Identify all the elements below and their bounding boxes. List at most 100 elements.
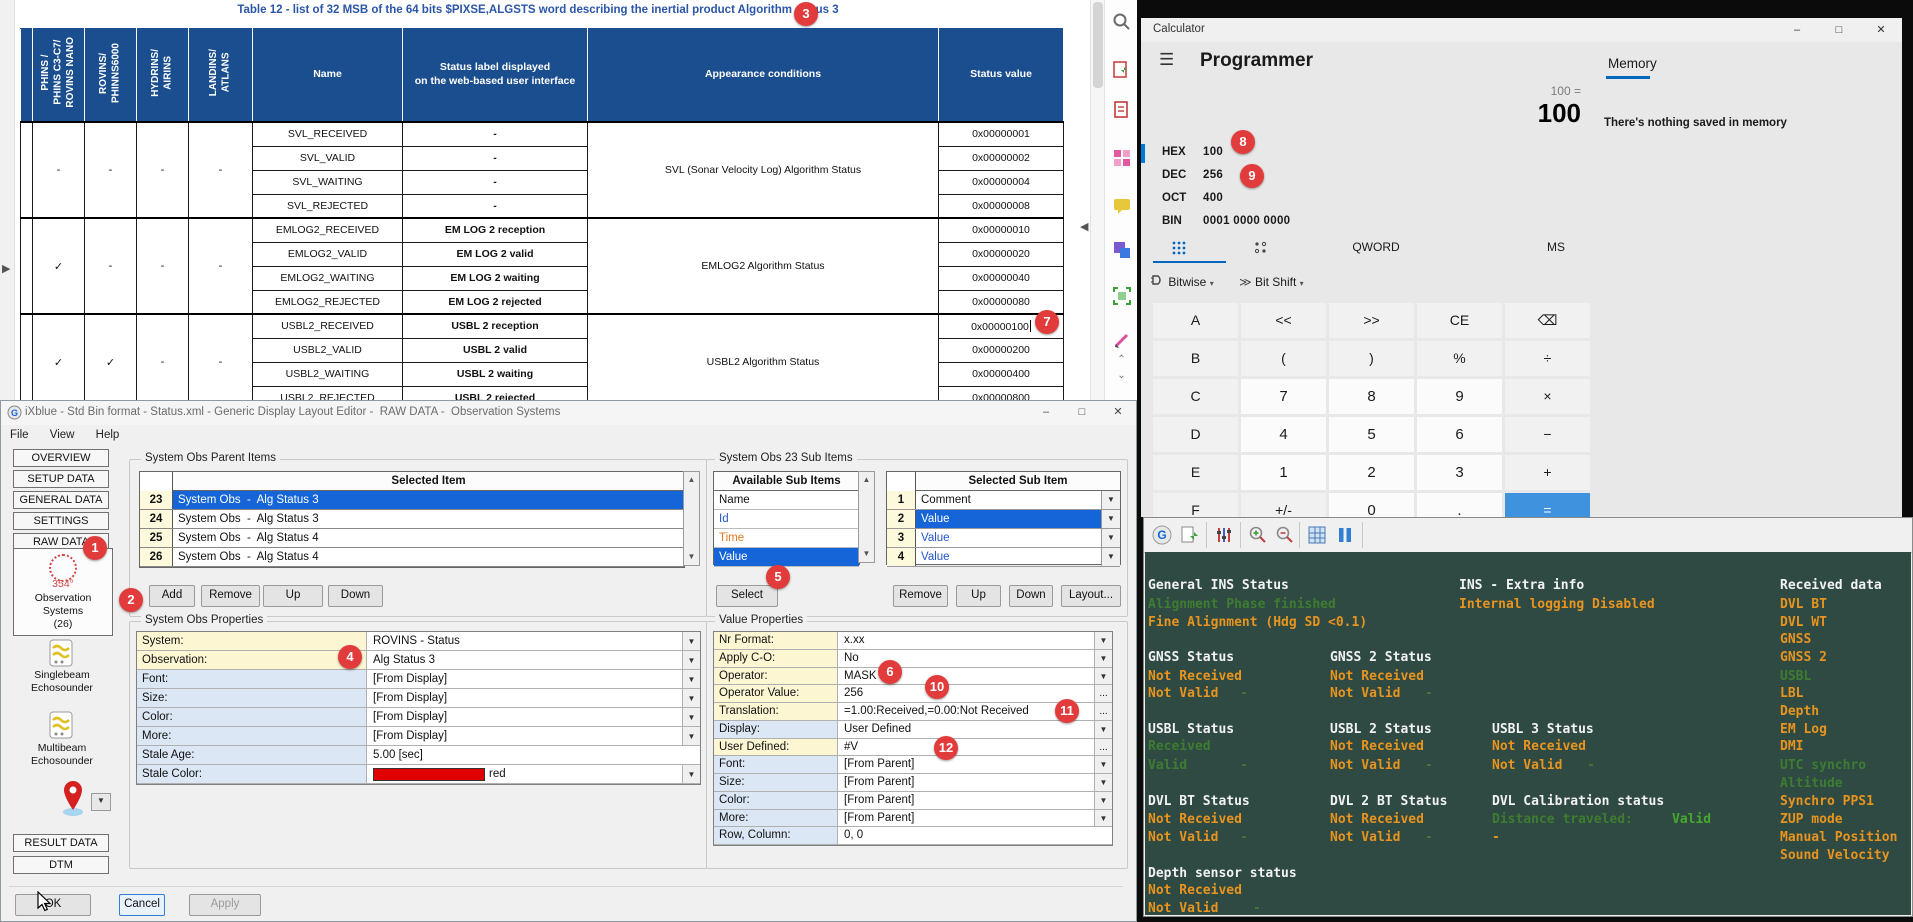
dropdown-arrow-button[interactable]: ▼: [1094, 810, 1112, 827]
snapshot-icon[interactable]: [1110, 284, 1133, 307]
property-value[interactable]: =1.00:Received,=0.00:Not Received: [838, 703, 1094, 720]
dropdown-arrow-icon[interactable]: ▼: [1101, 510, 1120, 528]
property-value[interactable]: [From Parent]: [838, 756, 1094, 773]
close-button[interactable]: ✕: [1860, 18, 1902, 42]
export-page-icon[interactable]: [1178, 523, 1202, 547]
sidebar-item-observation-systems[interactable]: 354° Observation Systems (26): [13, 548, 113, 636]
calc-key-sym13[interactable]: %: [1417, 341, 1502, 376]
settings-sliders-icon[interactable]: [1212, 523, 1236, 547]
calc-key-sym54[interactable]: =: [1505, 493, 1590, 517]
bitshift-dropdown[interactable]: Bit Shift: [1255, 275, 1296, 289]
property-value[interactable]: [From Parent]: [838, 792, 1094, 809]
app-logo-icon[interactable]: G: [1150, 523, 1174, 547]
dropdown-arrow-button[interactable]: ▼: [682, 670, 700, 688]
calc-key-4[interactable]: 4: [1241, 417, 1326, 452]
sidebar-tab-general-data[interactable]: GENERAL DATA: [13, 491, 109, 509]
dropdown-arrow-button[interactable]: ▼: [682, 765, 700, 783]
dropdown-arrow-button[interactable]: ▼: [1094, 792, 1112, 809]
property-value[interactable]: No: [838, 650, 1094, 667]
calc-key-3[interactable]: 3: [1417, 455, 1502, 490]
ellipsis-button[interactable]: ...: [1094, 703, 1112, 720]
chevron-down-icon[interactable]: ⌄: [1110, 364, 1133, 387]
cancel-button[interactable]: Cancel: [119, 894, 165, 916]
menu-help[interactable]: Help: [87, 425, 129, 445]
calc-key-sym14[interactable]: ÷: [1505, 341, 1590, 376]
sub-down-button[interactable]: Down: [1009, 585, 1053, 607]
sidebar-tab-overview[interactable]: OVERVIEW: [13, 449, 109, 467]
calc-key-2[interactable]: 2: [1329, 455, 1414, 490]
add-button[interactable]: Add: [149, 585, 195, 607]
singlebeam-echosounder-label[interactable]: Singlebeam Echosounder: [13, 669, 111, 695]
parent-list-item[interactable]: 23System Obs - Alg Status 3: [140, 491, 684, 510]
calc-key-6[interactable]: 6: [1417, 417, 1502, 452]
document-red-icon[interactable]: [1110, 98, 1133, 121]
sidebar-tab-settings[interactable]: SETTINGS: [13, 512, 109, 530]
collapse-panel-arrow-icon[interactable]: ◀: [1080, 220, 1088, 233]
dropdown-arrow-button[interactable]: ▼: [682, 651, 700, 669]
zoom-in-icon[interactable]: [1246, 523, 1270, 547]
comment-bubble-icon[interactable]: [1110, 194, 1133, 217]
memory-store-button[interactable]: MS: [1541, 240, 1571, 254]
base-row-oct[interactable]: OCT400: [1141, 190, 1591, 210]
dropdown-arrow-button[interactable]: ▼: [682, 632, 700, 650]
base-row-dec[interactable]: DEC256: [1141, 167, 1591, 187]
calc-key-sym12[interactable]: ): [1329, 341, 1414, 376]
scroll-up-icon[interactable]: ▲: [859, 472, 874, 488]
calc-key-F[interactable]: F: [1153, 493, 1238, 517]
parent-list-scrollbar[interactable]: ▲ ▼: [683, 471, 700, 566]
property-value[interactable]: User Defined: [838, 721, 1094, 738]
dropdown-arrow-button[interactable]: ▼: [1094, 650, 1112, 667]
hamburger-menu-icon[interactable]: ☰: [1159, 50, 1174, 70]
maximize-button[interactable]: □: [1818, 18, 1860, 42]
property-value[interactable]: Alg Status 3: [367, 651, 682, 669]
expand-panel-arrow-icon[interactable]: ▶: [2, 262, 10, 275]
layout-grid-icon[interactable]: [1110, 146, 1133, 169]
remove-button[interactable]: Remove: [201, 585, 260, 607]
dropdown-arrow-icon[interactable]: ▼: [1101, 529, 1120, 547]
property-value[interactable]: [From Parent]: [838, 810, 1094, 827]
multibeam-echosounder-icon[interactable]: [48, 711, 74, 744]
sidebar-tab-dtm[interactable]: DTM: [13, 856, 109, 874]
zoom-search-icon[interactable]: [1110, 10, 1133, 33]
dropdown-arrow-button[interactable]: ▼: [1094, 756, 1112, 773]
parent-list-item[interactable]: 24System Obs - Alg Status 3: [140, 510, 684, 529]
dropdown-arrow-button[interactable]: ▼: [682, 727, 700, 745]
word-size-toggle[interactable]: QWORD: [1346, 240, 1406, 254]
calc-key-C[interactable]: C: [1153, 379, 1238, 414]
calc-key-7[interactable]: 7: [1241, 379, 1326, 414]
property-value[interactable]: [From Display]: [367, 708, 682, 726]
calc-key-0[interactable]: 0: [1329, 493, 1414, 517]
property-value[interactable]: MASK: [838, 668, 1094, 685]
export-document-icon[interactable]: [1110, 58, 1133, 81]
pause-icon[interactable]: [1333, 523, 1357, 547]
maximize-button[interactable]: □: [1064, 401, 1100, 424]
calc-key-sym51[interactable]: +/-: [1241, 493, 1326, 517]
sub-up-button[interactable]: Up: [956, 585, 1001, 607]
dropdown-arrow-button[interactable]: ▼: [1094, 632, 1112, 649]
tab-memory[interactable]: Memory: [1608, 56, 1657, 71]
calc-key-sym01[interactable]: <<: [1241, 303, 1326, 338]
base-row-bin[interactable]: BIN0001 0000 0000: [1141, 213, 1591, 233]
calculator-titlebar[interactable]: Calculator – □ ✕: [1141, 18, 1902, 42]
multibeam-echosounder-label[interactable]: Multibeam Echosounder: [13, 742, 111, 768]
bitwise-dropdown[interactable]: Bitwise: [1168, 275, 1206, 289]
available-sub-item[interactable]: Time: [714, 529, 859, 548]
property-value[interactable]: ROVINS - Status: [367, 632, 682, 650]
parent-list-item[interactable]: 25System Obs - Alg Status 4: [140, 529, 684, 548]
calc-key-sym02[interactable]: >>: [1329, 303, 1414, 338]
property-value[interactable]: 0, 0: [838, 827, 1094, 844]
selected-sub-item[interactable]: 4Value▼: [887, 548, 1120, 567]
dropdown-arrow-button[interactable]: ▼: [1094, 668, 1112, 685]
minimize-button[interactable]: –: [1028, 401, 1064, 424]
dropdown-arrow-icon[interactable]: ▼: [1101, 491, 1120, 509]
property-value[interactable]: #V: [838, 739, 1094, 756]
dropdown-arrow-button[interactable]: ▼: [1094, 774, 1112, 791]
calc-key-sym44[interactable]: +: [1505, 455, 1590, 490]
selected-sub-item[interactable]: 1Comment▼: [887, 491, 1120, 510]
dialog-titlebar[interactable]: G iXblue - Std Bin format - Status.xml -…: [1, 401, 1136, 426]
calc-key-D[interactable]: D: [1153, 417, 1238, 452]
parent-list-item[interactable]: 26System Obs - Alg Status 4: [140, 548, 684, 567]
close-button[interactable]: ✕: [1100, 401, 1136, 424]
available-list-scrollbar[interactable]: ▲ ▼: [858, 471, 875, 563]
up-button[interactable]: Up: [263, 585, 323, 607]
